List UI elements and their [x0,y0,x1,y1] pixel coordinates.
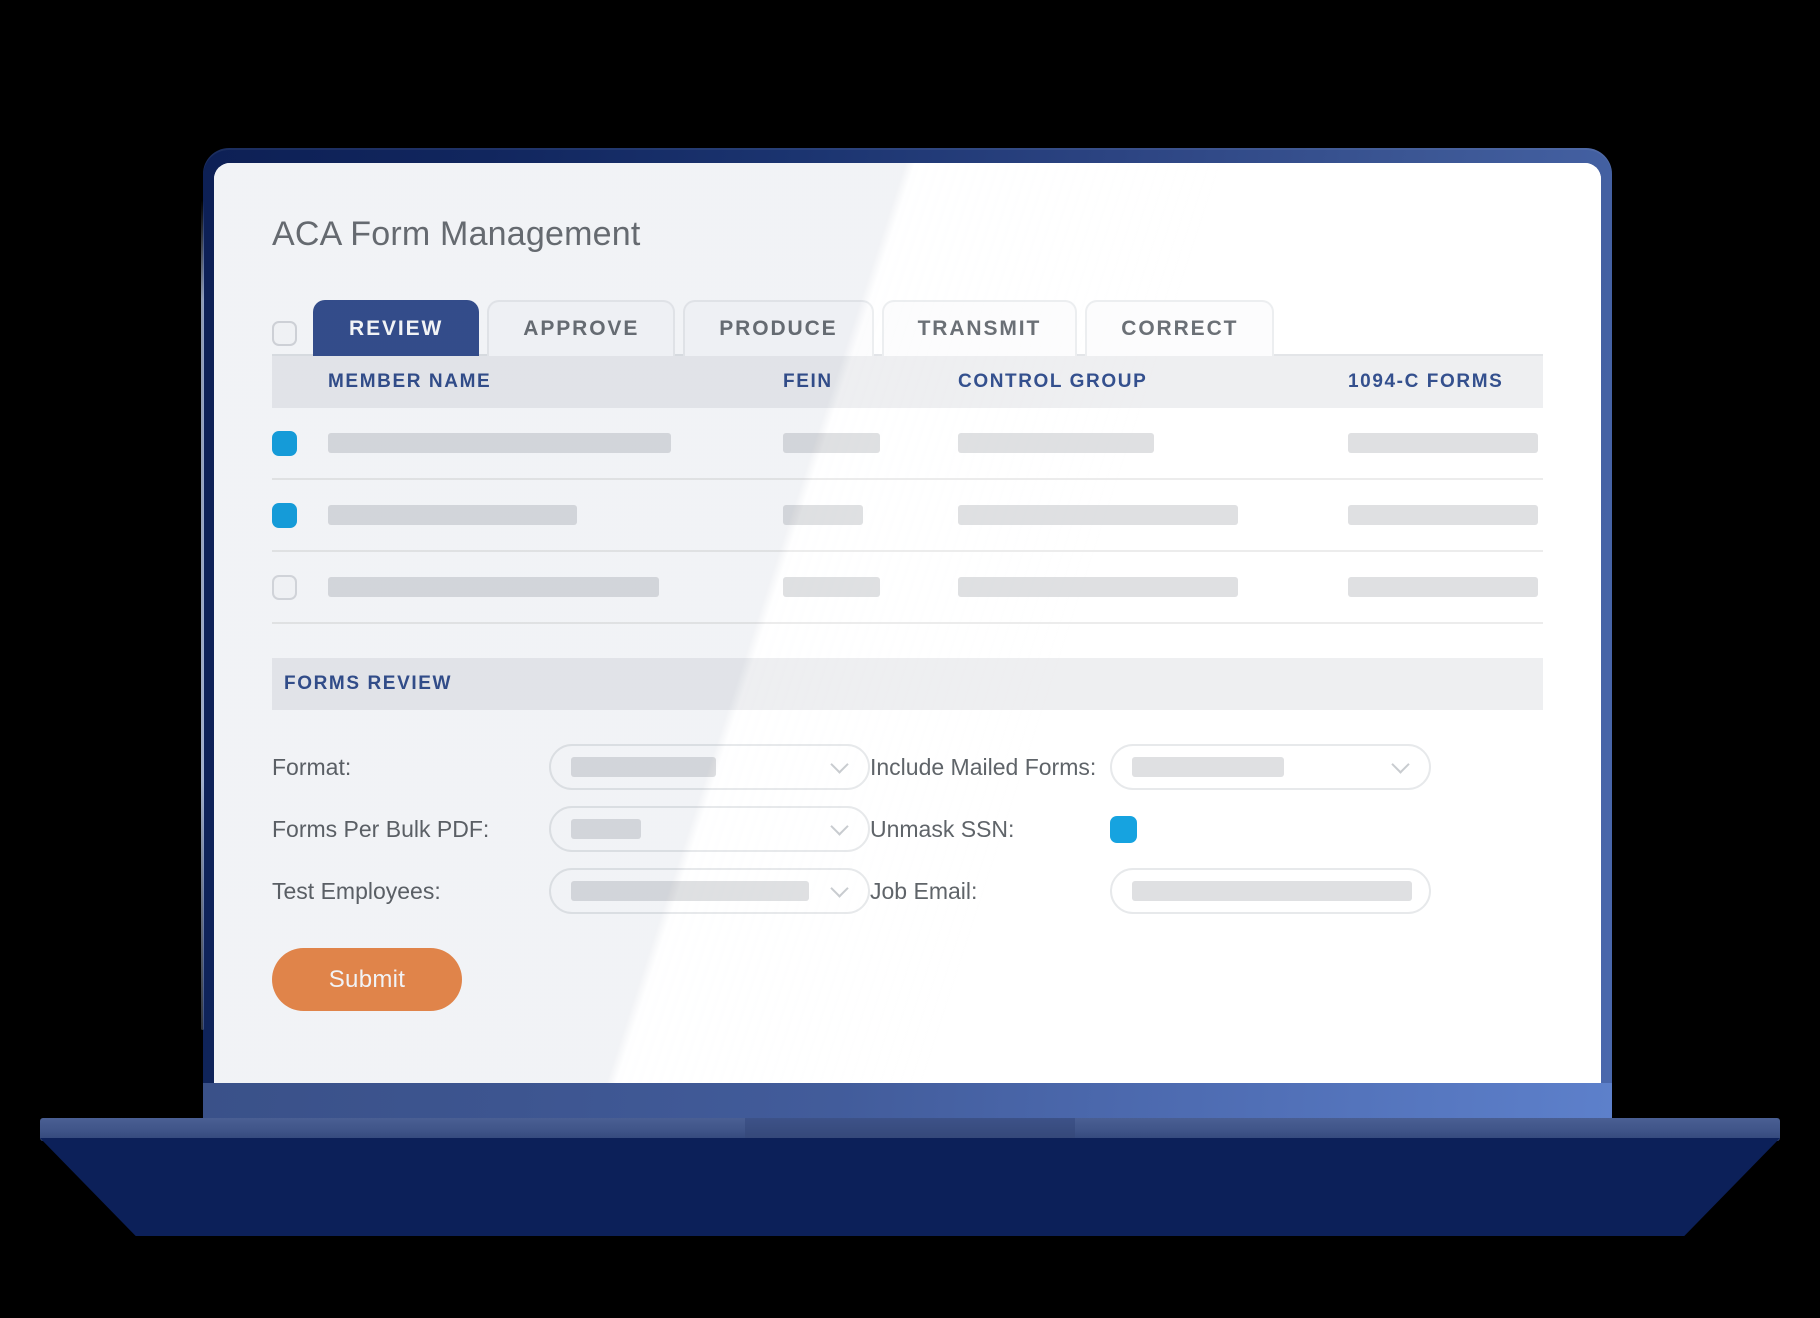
tab-approve-label: APPROVE [523,317,640,340]
forms-per-bulk-pdf-value-placeholder [571,819,641,839]
cell-control-group [958,505,1348,525]
table-row[interactable] [272,552,1543,624]
chevron-down-icon [830,817,849,836]
chevron-down-icon [830,879,849,898]
tab-review[interactable]: REVIEW [313,300,480,356]
1094c-forms-placeholder [1348,505,1538,525]
job-email-label: Job Email: [870,877,978,904]
chevron-down-icon [1391,755,1410,774]
cell-member-name [328,577,783,597]
select-all-checkbox[interactable] [272,321,297,346]
test-employees-value-placeholder [571,881,809,901]
laptop-mockup: ACA Form Management REVIEW APPROVE PRODU… [0,0,1820,1318]
laptop-base [40,1138,1780,1236]
tab-transmit-label: TRANSMIT [917,317,1042,340]
forms-per-bulk-pdf-label: Forms Per Bulk PDF: [272,815,490,842]
member-name-placeholder [328,577,659,597]
fein-placeholder [783,433,880,453]
control-group-placeholder [958,433,1154,453]
fein-placeholder [783,505,863,525]
unmask-ssn-checkbox-wrap [1110,815,1431,843]
tab-review-label: REVIEW [349,317,444,340]
unmask-ssn-label: Unmask SSN: [870,815,1015,842]
lid-edge-highlight [201,200,204,1030]
1094c-forms-placeholder [1348,433,1538,453]
row-checkbox-cell [272,502,328,528]
row-checkbox-cell [272,574,328,600]
1094c-forms-placeholder [1348,577,1538,597]
tab-produce-label: PRODUCE [719,317,838,340]
format-select[interactable] [549,744,870,790]
row-checkbox-cell [272,430,328,456]
header-cell-fein: FEIN [783,371,833,392]
header-cell-member-name: MEMBER NAME [328,371,492,392]
fein-placeholder [783,577,880,597]
member-name-placeholder [328,433,671,453]
chevron-down-icon [830,755,849,774]
tab-correct-label: CORRECT [1121,317,1239,340]
unmask-ssn-checkbox[interactable] [1110,815,1137,843]
cell-fein [783,433,958,453]
cell-1094c-forms [1348,433,1543,453]
laptop-screen: ACA Form Management REVIEW APPROVE PRODU… [214,163,1601,1083]
header-cell-control-group: CONTROL GROUP [958,371,1148,392]
header-cell-1094c-forms: 1094-C FORMS [1348,371,1504,392]
tab-correct[interactable]: CORRECT [1085,300,1275,356]
include-mailed-forms-label: Include Mailed Forms: [870,753,1097,780]
forms-review-section-header: FORMS REVIEW [272,658,1543,710]
table-row[interactable] [272,480,1543,552]
forms-review-label: FORMS REVIEW [284,673,453,694]
cell-fein [783,505,958,525]
table-body [272,408,1543,624]
tab-transmit[interactable]: TRANSMIT [881,300,1078,356]
control-group-placeholder [958,505,1238,525]
tab-bar: REVIEW APPROVE PRODUCE TRANSMIT CORRECT [272,298,1543,356]
app-page: ACA Form Management REVIEW APPROVE PRODU… [214,163,1601,1083]
cell-1094c-forms [1348,577,1543,597]
test-employees-label: Test Employees: [272,877,441,904]
control-group-placeholder [958,577,1238,597]
format-value-placeholder [571,757,716,777]
forms-per-bulk-pdf-select[interactable] [549,806,870,852]
tab-produce[interactable]: PRODUCE [683,300,874,356]
cell-fein [783,577,958,597]
format-label: Format: [272,753,352,780]
table-header-row: MEMBER NAME FEIN CONTROL GROUP 1094-C FO… [272,356,1543,408]
forms-review-fields: Format: Include Mailed Forms: Forms Per … [272,736,1543,922]
include-mailed-forms-value-placeholder [1132,757,1284,777]
cell-member-name [328,505,783,525]
row-checkbox[interactable] [272,502,297,528]
members-table: MEMBER NAME FEIN CONTROL GROUP 1094-C FO… [272,356,1543,624]
job-email-input[interactable] [1110,868,1431,914]
cell-member-name [328,433,783,453]
member-name-placeholder [328,505,577,525]
cell-1094c-forms [1348,505,1543,525]
page-title: ACA Form Management [272,215,641,253]
test-employees-select[interactable] [549,868,870,914]
cell-control-group [958,577,1348,597]
cell-control-group [958,433,1348,453]
tab-approve[interactable]: APPROVE [487,300,676,356]
row-checkbox[interactable] [272,430,297,456]
row-checkbox[interactable] [272,574,297,600]
table-row[interactable] [272,408,1543,480]
job-email-value-placeholder [1132,881,1412,901]
submit-button[interactable]: Submit [272,948,462,1011]
include-mailed-forms-select[interactable] [1110,744,1431,790]
